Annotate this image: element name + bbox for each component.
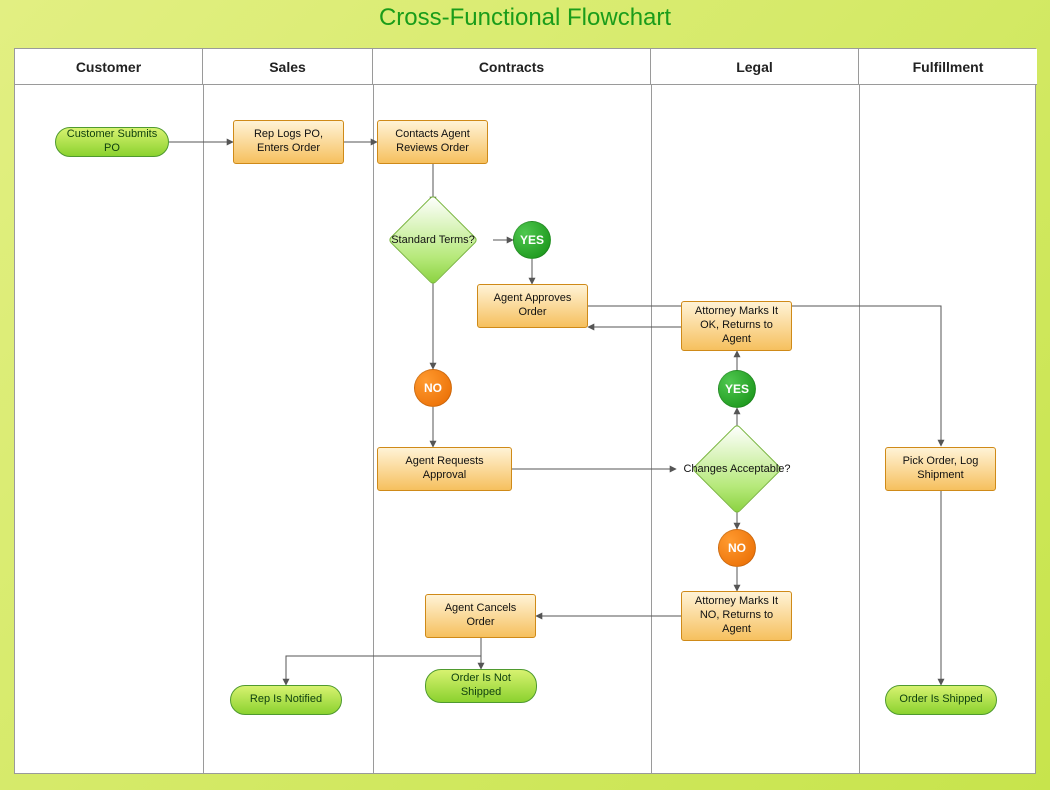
process-contacts-agent-reviews: Contacts Agent Reviews Order bbox=[377, 120, 488, 164]
decision-yes-changes: YES bbox=[718, 370, 756, 408]
decision-changes-acceptable: Changes Acceptable? bbox=[676, 432, 798, 506]
terminator-customer-submits-po: Customer Submits PO bbox=[55, 127, 169, 157]
process-agent-cancels: Agent Cancels Order bbox=[425, 594, 536, 638]
lane-divider bbox=[859, 85, 860, 773]
lane-header-contracts: Contracts bbox=[373, 49, 651, 85]
terminator-rep-notified: Rep Is Notified bbox=[230, 685, 342, 715]
connectors bbox=[15, 49, 1037, 775]
lane-header-legal: Legal bbox=[651, 49, 859, 85]
process-rep-logs-po: Rep Logs PO, Enters Order bbox=[233, 120, 344, 164]
lane-header-sales: Sales bbox=[203, 49, 373, 85]
process-pick-order: Pick Order, Log Shipment bbox=[885, 447, 996, 491]
terminator-order-shipped: Order Is Shipped bbox=[885, 685, 997, 715]
lane-divider bbox=[203, 85, 204, 773]
decision-standard-terms: Standard Terms? bbox=[373, 203, 493, 277]
lane-divider bbox=[373, 85, 374, 773]
swimlane-grid: Customer Sales Contracts Legal Fulfillme… bbox=[14, 48, 1036, 774]
process-attorney-ok: Attorney Marks It OK, Returns to Agent bbox=[681, 301, 792, 351]
terminator-order-not-shipped: Order Is Not Shipped bbox=[425, 669, 537, 703]
lane-header-fulfillment: Fulfillment bbox=[859, 49, 1037, 85]
process-agent-requests-approval: Agent Requests Approval bbox=[377, 447, 512, 491]
chart-title: Cross-Functional Flowchart bbox=[0, 4, 1050, 32]
decision-no-standard-terms: NO bbox=[414, 369, 452, 407]
decision-no-changes: NO bbox=[718, 529, 756, 567]
lane-divider bbox=[651, 85, 652, 773]
process-agent-approves: Agent Approves Order bbox=[477, 284, 588, 328]
decision-yes-standard-terms: YES bbox=[513, 221, 551, 259]
process-attorney-no: Attorney Marks It NO, Returns to Agent bbox=[681, 591, 792, 641]
flowchart-canvas: Cross-Functional Flowchart Customer Sale… bbox=[0, 0, 1050, 790]
lane-header-customer: Customer bbox=[15, 49, 203, 85]
